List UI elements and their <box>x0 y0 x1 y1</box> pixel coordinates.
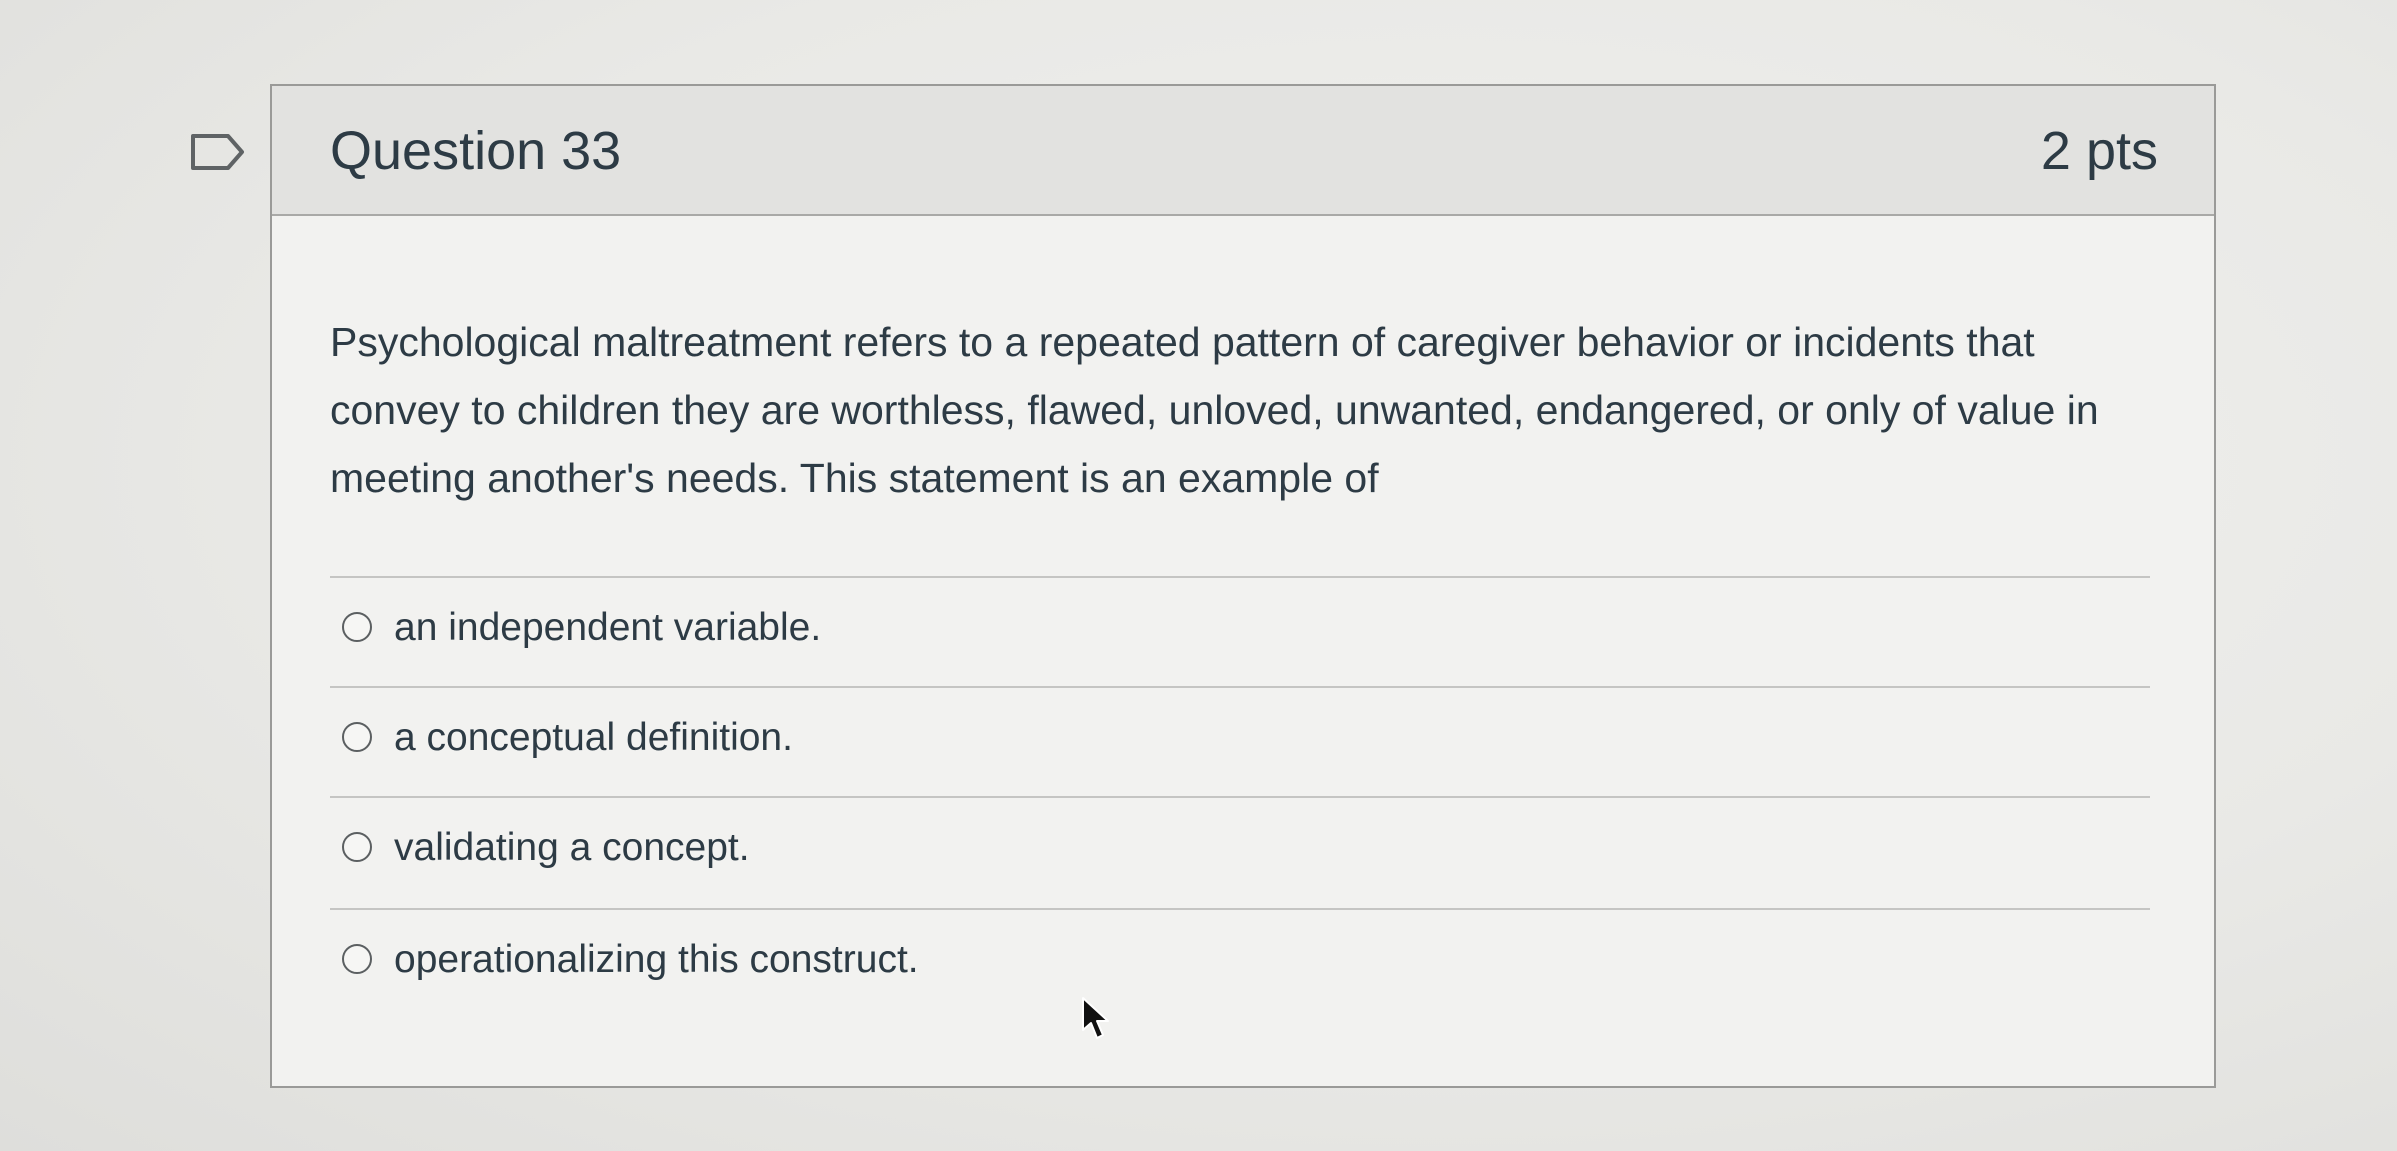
mouse-cursor-icon <box>1082 997 1109 1039</box>
radio-button-icon[interactable] <box>342 722 372 752</box>
answer-divider <box>330 576 2150 578</box>
answer-label: a conceptual definition. <box>394 715 793 759</box>
question-points: 2 pts <box>2040 121 2158 181</box>
question-card: Question 33 2 pts Psychological maltreat… <box>270 84 2216 1088</box>
answer-divider <box>330 686 2150 688</box>
answer-label: operationalizing this construct. <box>394 937 919 981</box>
radio-button-icon[interactable] <box>342 612 372 642</box>
question-header: Question 33 2 pts <box>272 86 2214 216</box>
answer-label: an independent variable. <box>394 605 822 649</box>
answer-divider <box>330 908 2150 910</box>
answer-option-4[interactable]: operationalizing this construct. <box>342 929 919 989</box>
radio-button-icon[interactable] <box>342 944 372 974</box>
answer-label: validating a concept. <box>394 825 750 869</box>
answer-option-2[interactable]: a conceptual definition. <box>342 707 793 767</box>
answer-option-3[interactable]: validating a concept. <box>342 817 750 877</box>
answer-option-1[interactable]: an independent variable. <box>342 597 821 657</box>
radio-button-icon[interactable] <box>342 832 372 862</box>
answer-divider <box>330 796 2150 798</box>
flag-question-icon[interactable] <box>190 133 246 171</box>
question-text: Psychological maltreatment refers to a r… <box>330 319 2099 501</box>
question-title: Question 33 <box>330 121 622 181</box>
